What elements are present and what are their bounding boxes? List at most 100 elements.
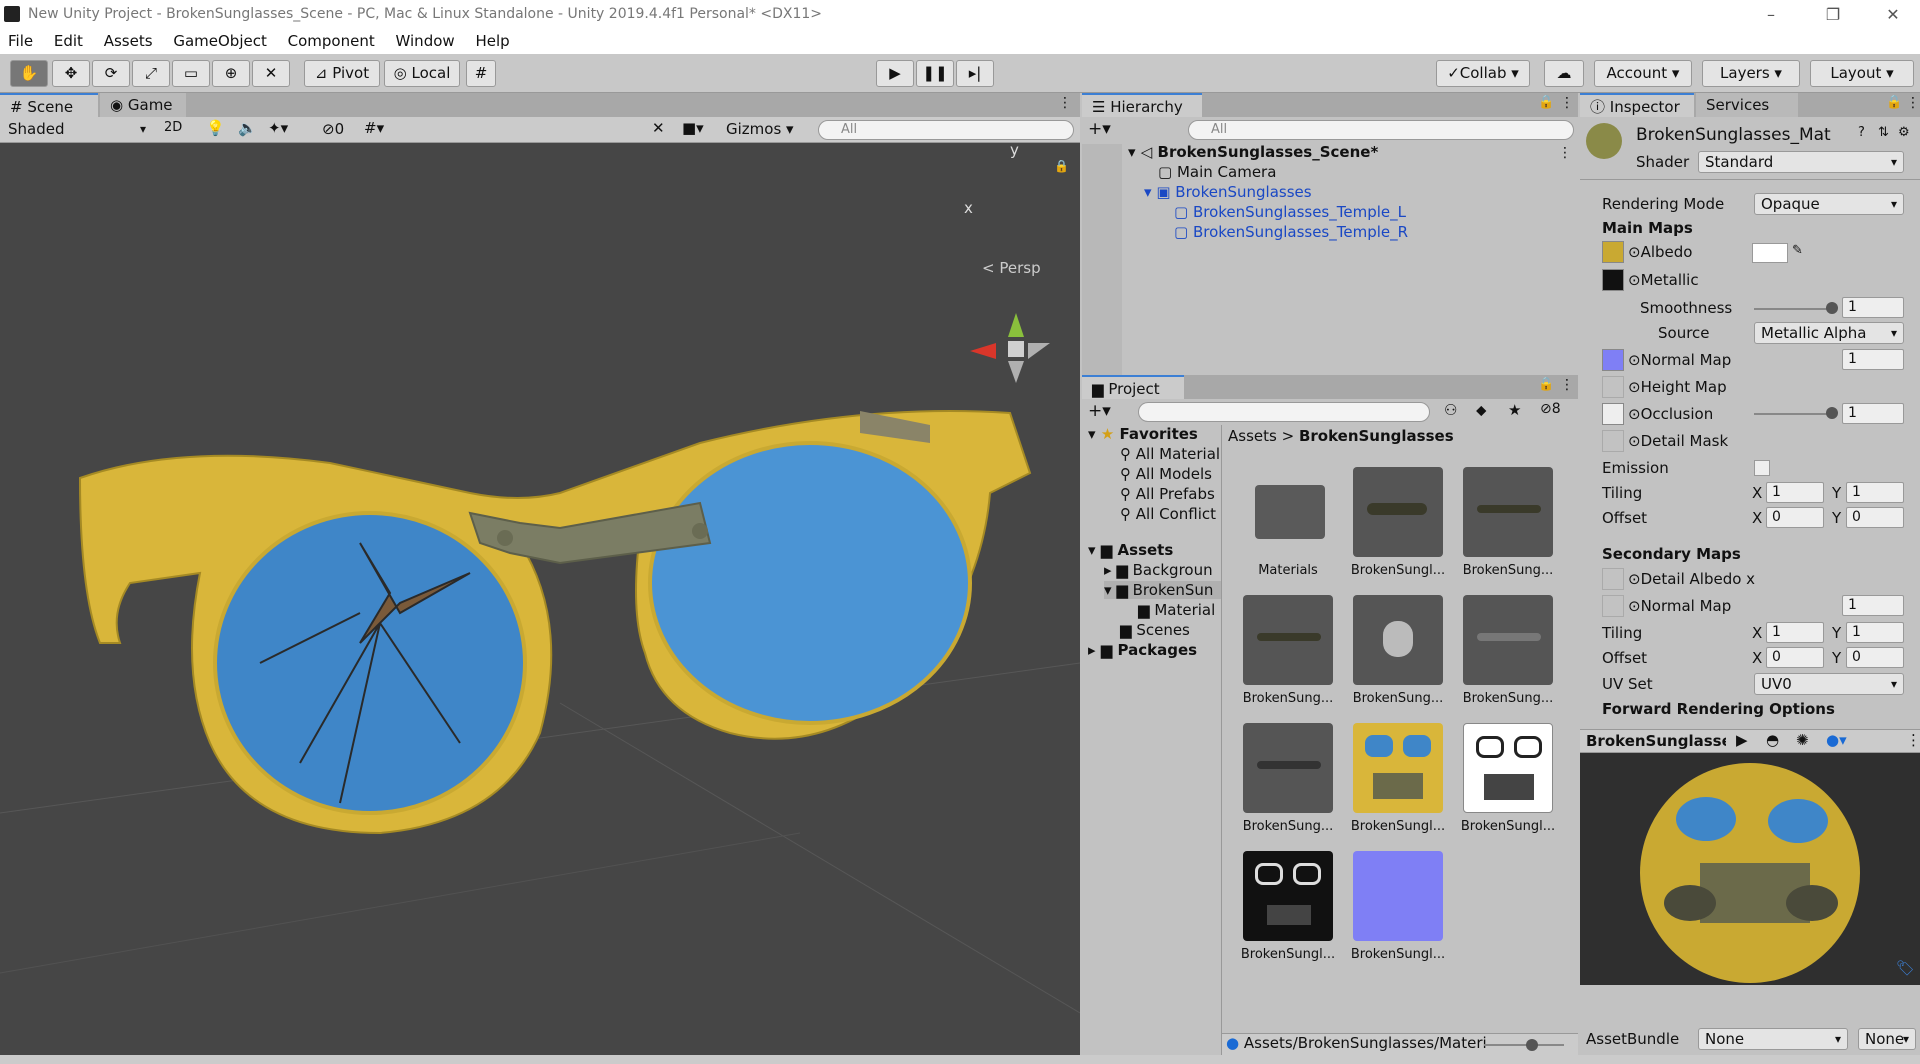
- pick-icon[interactable]: ⊙: [1628, 570, 1641, 588]
- menu-file[interactable]: File: [0, 30, 41, 50]
- occlusion-slot[interactable]: [1602, 403, 1624, 425]
- menu-component[interactable]: Component: [280, 30, 383, 50]
- move-tool-icon[interactable]: ✥: [52, 60, 90, 87]
- more-options-icon[interactable]: ⋮: [1058, 95, 1072, 111]
- more-options-icon[interactable]: ⋮: [1560, 95, 1574, 111]
- 2d-toggle[interactable]: 2D: [164, 120, 182, 135]
- rendering-mode-dropdown[interactable]: Opaque: [1754, 193, 1904, 215]
- lock-icon[interactable]: 🔒: [1054, 159, 1069, 173]
- create-plus-icon[interactable]: +▾: [1088, 401, 1111, 421]
- sec-tiling-y-field[interactable]: 1: [1846, 622, 1904, 643]
- assetbundle-variant-dropdown[interactable]: None: [1858, 1028, 1916, 1050]
- source-dropdown[interactable]: Metallic Alpha: [1754, 322, 1904, 344]
- smoothness-field[interactable]: 1: [1842, 297, 1904, 318]
- grid-icon[interactable]: #▾: [364, 119, 384, 137]
- asset-tile[interactable]: BrokenSungl...: [1346, 851, 1450, 962]
- scene-gizmo[interactable]: [970, 313, 1050, 383]
- list-item[interactable]: ▾ ▆ BrokenSun: [1104, 581, 1221, 599]
- account-dropdown[interactable]: Account ▾: [1594, 60, 1692, 87]
- scale-tool-icon[interactable]: ⤢: [132, 60, 170, 87]
- preview-play-icon[interactable]: ▶: [1736, 731, 1748, 749]
- asset-tile[interactable]: Materials: [1236, 467, 1340, 578]
- preset-icon[interactable]: ⇅: [1878, 125, 1889, 140]
- rotate-tool-icon[interactable]: ⟳: [92, 60, 130, 87]
- preview-sphere-icon[interactable]: ●▾: [1826, 731, 1847, 749]
- favorites-header[interactable]: ▾ ★ Favorites: [1088, 425, 1198, 443]
- scene-root[interactable]: ▾ ◁ BrokenSunglasses_Scene*: [1128, 143, 1378, 161]
- pick-icon[interactable]: ⊙: [1628, 271, 1641, 289]
- menu-gameobject[interactable]: GameObject: [165, 30, 275, 50]
- pause-button[interactable]: ❚❚: [916, 60, 954, 87]
- sec-tiling-x-field[interactable]: 1: [1766, 622, 1824, 643]
- detail-mask-slot[interactable]: [1602, 430, 1624, 452]
- eyedropper-icon[interactable]: ✎: [1792, 243, 1803, 258]
- tab-game[interactable]: ◉ Game: [100, 93, 186, 117]
- custom-tool-icon[interactable]: ✕: [252, 60, 290, 87]
- albedo-texture-slot[interactable]: [1602, 241, 1624, 263]
- local-toggle[interactable]: ◎ Local: [384, 60, 460, 87]
- hierarchy-search-input[interactable]: All: [1188, 120, 1574, 140]
- shading-mode-dropdown[interactable]: Shaded: [2, 119, 152, 141]
- albedo-color-swatch[interactable]: [1752, 243, 1788, 263]
- material-preview[interactable]: 🏷: [1580, 753, 1920, 985]
- emission-checkbox[interactable]: [1754, 460, 1770, 476]
- list-item[interactable]: ▾ ▣ BrokenSunglasses: [1144, 183, 1312, 201]
- sec-offset-y-field[interactable]: 0: [1846, 647, 1904, 668]
- collab-dropdown[interactable]: ✓Collab ▾: [1436, 60, 1530, 87]
- close-button[interactable]: ✕: [1870, 2, 1916, 28]
- tab-project[interactable]: ▆ Project: [1082, 375, 1184, 399]
- transform-tool-icon[interactable]: ⊕: [212, 60, 250, 87]
- lock-icon[interactable]: 🔒: [1886, 95, 1902, 110]
- smoothness-slider[interactable]: [1754, 308, 1832, 310]
- lock-icon[interactable]: 🔒: [1538, 95, 1554, 110]
- tiling-y-field[interactable]: 1: [1846, 482, 1904, 503]
- tab-inspector[interactable]: ⓘ Inspector: [1580, 93, 1694, 117]
- asset-tile[interactable]: BrokenSung...: [1456, 467, 1560, 578]
- pick-icon[interactable]: ⊙: [1628, 378, 1641, 396]
- pick-icon[interactable]: ⊙: [1628, 243, 1641, 261]
- filter-type-icon[interactable]: ⚇: [1444, 401, 1457, 419]
- scene-search-input[interactable]: All: [818, 120, 1074, 140]
- occlusion-slider[interactable]: [1754, 413, 1832, 415]
- project-search-input[interactable]: [1138, 402, 1430, 422]
- list-item[interactable]: ⚲ All Conflict: [1120, 505, 1216, 523]
- more-options-icon[interactable]: ⋮: [1906, 731, 1920, 749]
- normal-map-slot[interactable]: [1602, 349, 1624, 371]
- detail-normal-field[interactable]: 1: [1842, 595, 1904, 616]
- label-icon[interactable]: ⬥: [1476, 401, 1487, 419]
- grid-snap-icon[interactable]: #: [466, 60, 496, 87]
- gizmos-dropdown[interactable]: Gizmos ▾: [726, 120, 794, 138]
- asset-tile[interactable]: BrokenSungl...: [1456, 723, 1560, 834]
- smoothness-slider-knob[interactable]: [1826, 302, 1838, 314]
- scene-viewport[interactable]: y x < Persp 🔒: [0, 143, 1080, 1055]
- breadcrumb-current[interactable]: BrokenSunglasses: [1299, 427, 1454, 445]
- pick-icon[interactable]: ⊙: [1628, 597, 1641, 615]
- icon-size-slider-knob[interactable]: [1526, 1039, 1538, 1051]
- metallic-texture-slot[interactable]: [1602, 269, 1624, 291]
- pick-icon[interactable]: ⊙: [1628, 351, 1641, 369]
- rect-tool-icon[interactable]: ▭: [172, 60, 210, 87]
- uv-set-dropdown[interactable]: UV0: [1754, 673, 1904, 695]
- assets-header[interactable]: ▾ ▆ Assets: [1088, 541, 1173, 559]
- asset-tile[interactable]: BrokenSungl...: [1346, 723, 1450, 834]
- tab-services[interactable]: Services: [1696, 93, 1798, 117]
- sec-offset-x-field[interactable]: 0: [1766, 647, 1824, 668]
- detail-albedo-slot[interactable]: [1602, 568, 1624, 590]
- list-item[interactable]: ⚲ All Prefabs: [1120, 485, 1215, 503]
- menu-help[interactable]: Help: [467, 30, 517, 50]
- menu-assets[interactable]: Assets: [96, 30, 161, 50]
- pivot-toggle[interactable]: ⊿ Pivot: [304, 60, 380, 87]
- shader-dropdown[interactable]: Standard: [1698, 151, 1904, 173]
- settings-gear-icon[interactable]: ⚙: [1898, 125, 1910, 140]
- preview-shape-icon[interactable]: ◓: [1766, 731, 1779, 749]
- list-item[interactable]: ▆ Material: [1138, 601, 1215, 619]
- detail-normal-slot[interactable]: [1602, 595, 1624, 617]
- tiling-x-field[interactable]: 1: [1766, 482, 1824, 503]
- normal-scale-field[interactable]: 1: [1842, 349, 1904, 370]
- asset-tile[interactable]: BrokenSungl...: [1236, 851, 1340, 962]
- list-item[interactable]: ⚲ All Material: [1120, 445, 1220, 463]
- help-icon[interactable]: ?: [1858, 125, 1865, 140]
- projection-label[interactable]: < Persp: [982, 259, 1041, 277]
- more-options-icon[interactable]: ⋮: [1560, 377, 1574, 393]
- audio-icon[interactable]: 🔈: [238, 119, 257, 137]
